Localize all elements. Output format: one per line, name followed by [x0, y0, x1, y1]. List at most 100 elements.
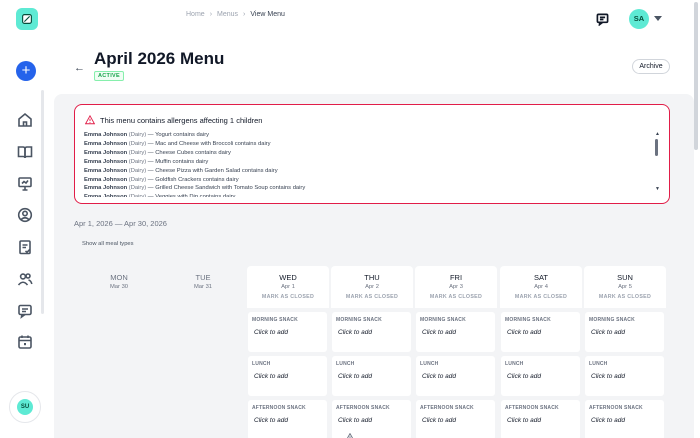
home-icon[interactable] — [17, 112, 33, 128]
breadcrumb-menus[interactable]: Menus — [217, 11, 238, 18]
day-date: Apr 2 — [365, 284, 379, 290]
archive-button[interactable]: Archive — [632, 59, 670, 74]
click-to-add-button[interactable]: Click to add — [254, 417, 288, 424]
day-name: SUN — [617, 273, 633, 282]
click-to-add-button[interactable]: Click to add — [507, 329, 541, 336]
allergen-label: (Dairy) — [128, 158, 147, 165]
click-to-add-button[interactable]: Click to add — [254, 373, 288, 380]
child-name: Emma Johnson — [84, 185, 128, 192]
click-to-add-button[interactable]: Click to add — [507, 417, 541, 424]
child-name: Emma Johnson — [84, 167, 128, 174]
meal-cell[interactable]: MORNING SNACK Click to add — [501, 312, 580, 352]
child-name: Emma Johnson — [84, 176, 128, 183]
sidebar: + SU — [0, 0, 50, 438]
avatar[interactable]: SA — [629, 9, 649, 29]
status-badge: ACTIVE — [94, 71, 124, 81]
day-header-tue: TUE Mar 31 — [162, 266, 244, 308]
meal-type-label: MORNING SNACK — [336, 317, 382, 323]
meal-cell[interactable]: AFTERNOON SNACK Click to add — [248, 400, 327, 438]
book-icon[interactable] — [17, 144, 33, 160]
child-name: Emma Johnson — [84, 158, 128, 165]
app-logo-icon[interactable] — [16, 8, 38, 30]
meal-cell[interactable]: LUNCH Click to add — [501, 356, 580, 396]
meal-cell[interactable]: MORNING SNACK Click to add — [585, 312, 664, 352]
message-icon[interactable] — [17, 303, 33, 319]
page-scrollbar[interactable] — [694, 2, 698, 150]
click-to-add-button[interactable]: Click to add — [422, 373, 456, 380]
day-date: Apr 3 — [449, 284, 463, 290]
add-button[interactable]: + — [16, 61, 36, 81]
day-header-thu: THU Apr 2 MARK AS CLOSED — [331, 266, 413, 308]
allergen-alert: This menu contains allergens affecting 1… — [74, 104, 670, 204]
allergen-label: (Dairy) — [128, 176, 147, 183]
allergen-item: Emma Johnson (Dairy) — Cheese Cubes cont… — [84, 149, 654, 158]
day-date: Mar 31 — [193, 284, 213, 290]
alert-title: This menu contains allergens affecting 1… — [100, 115, 263, 125]
meal-cell[interactable]: AFTERNOON SNACK Click to add — [501, 400, 580, 438]
allergen-label: (Dairy) — [128, 140, 147, 147]
child-name: Emma Johnson — [84, 194, 127, 197]
click-to-add-button[interactable]: Click to add — [422, 417, 456, 424]
user-menu-button[interactable]: SU — [9, 391, 41, 423]
meal-type-label: LUNCH — [336, 361, 355, 367]
meal-cell[interactable]: MORNING SNACK Click to add — [332, 312, 411, 352]
click-to-add-button[interactable]: Click to add — [338, 373, 372, 380]
mark-as-closed-button[interactable]: MARK AS CLOSED — [331, 294, 413, 300]
child-name: Emma Johnson — [84, 132, 128, 138]
meal-cell[interactable]: AFTERNOON SNACK Click to add — [416, 400, 495, 438]
meal-type-label: LUNCH — [589, 361, 608, 367]
meal-cell[interactable]: LUNCH Click to add — [416, 356, 495, 396]
allergen-detail: — Mac and Cheese with Broccoli contains … — [146, 140, 271, 147]
meal-cell[interactable]: MORNING SNACK Click to add — [248, 312, 327, 352]
day-header-sat: SAT Apr 4 MARK AS CLOSED — [500, 266, 582, 308]
meal-cell[interactable]: LUNCH Click to add — [248, 356, 327, 396]
child-name: Emma Johnson — [84, 149, 128, 156]
day-name: TUE — [195, 273, 211, 282]
meal-cell[interactable]: LUNCH Click to add — [585, 356, 664, 396]
scroll-up-icon[interactable]: ▲ — [655, 131, 660, 137]
chevron-down-icon[interactable] — [654, 16, 662, 21]
click-to-add-button[interactable]: Click to add — [507, 373, 541, 380]
breadcrumb-current: View Menu — [250, 11, 285, 18]
date-range: Apr 1, 2026 — Apr 30, 2026 — [74, 219, 167, 228]
users-icon[interactable] — [17, 271, 33, 287]
allergen-detail: — Goldfish Crackers contains dairy — [146, 176, 239, 183]
sidebar-avatar: SU — [17, 399, 33, 415]
mark-as-closed-button[interactable]: MARK AS CLOSED — [415, 294, 497, 300]
messages-icon[interactable] — [596, 13, 609, 27]
allergen-detail: — Yogurt contains dairy — [146, 132, 210, 138]
scroll-down-icon[interactable]: ▼ — [655, 186, 660, 192]
show-all-meal-types-toggle[interactable]: Show all meal types — [82, 241, 134, 247]
meal-cell[interactable]: AFTERNOON SNACK Click to add — [332, 400, 411, 438]
click-to-add-button[interactable]: Click to add — [338, 329, 372, 336]
allergen-detail: — Grilled Cheese Sandwich with Tomato So… — [146, 185, 306, 192]
calendar-icon[interactable] — [17, 334, 33, 350]
breadcrumb-home[interactable]: Home — [186, 11, 205, 18]
meal-cell[interactable]: LUNCH Click to add — [332, 356, 411, 396]
sidebar-scrollbar[interactable] — [41, 90, 44, 314]
user-circle-icon[interactable] — [17, 207, 33, 223]
mark-as-closed-button[interactable]: MARK AS CLOSED — [247, 294, 329, 300]
day-name: SAT — [533, 273, 549, 282]
meal-cell[interactable]: AFTERNOON SNACK Click to add — [585, 400, 664, 438]
click-to-add-button[interactable]: Click to add — [591, 373, 625, 380]
meal-type-label: MORNING SNACK — [252, 317, 298, 323]
presentation-icon[interactable] — [17, 176, 33, 192]
meal-type-label: AFTERNOON SNACK — [420, 405, 474, 411]
back-arrow-icon[interactable]: ← — [74, 62, 85, 74]
allergen-label: (Dairy) — [128, 185, 147, 192]
click-to-add-button[interactable]: Click to add — [591, 329, 625, 336]
breadcrumb: Home › Menus › View Menu — [186, 11, 285, 18]
checklist-icon[interactable] — [17, 239, 33, 255]
allergen-label: (Dairy) — [128, 149, 147, 156]
click-to-add-button[interactable]: Click to add — [591, 417, 625, 424]
alert-list[interactable]: Emma Johnson (Dairy) — Yogurt contains d… — [84, 131, 654, 197]
mark-as-closed-button[interactable]: MARK AS CLOSED — [584, 294, 666, 300]
day-name: MON — [110, 273, 128, 282]
mark-as-closed-button[interactable]: MARK AS CLOSED — [500, 294, 582, 300]
meal-cell[interactable]: MORNING SNACK Click to add — [416, 312, 495, 352]
click-to-add-button[interactable]: Click to add — [254, 329, 288, 336]
click-to-add-button[interactable]: Click to add — [338, 417, 372, 424]
alert-scrollbar[interactable] — [655, 139, 658, 156]
click-to-add-button[interactable]: Click to add — [422, 329, 456, 336]
